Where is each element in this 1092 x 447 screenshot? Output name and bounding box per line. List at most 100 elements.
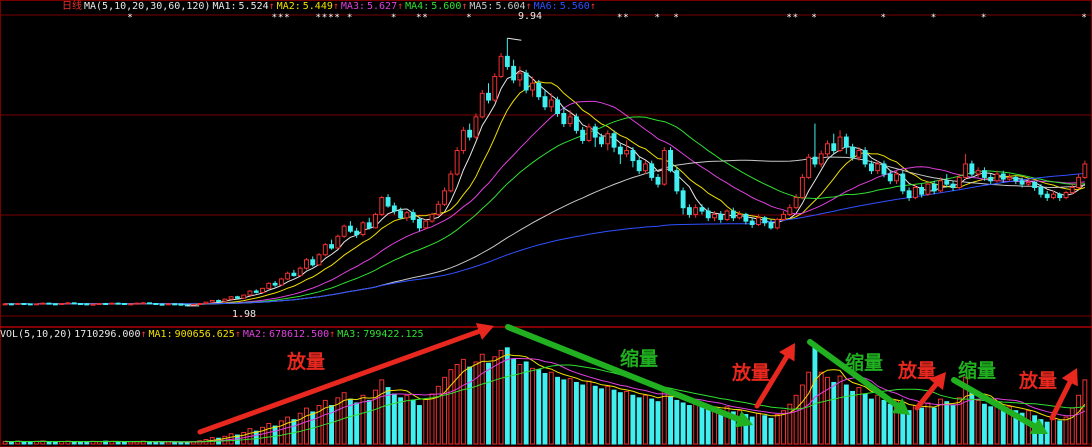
volume-bar	[843, 384, 849, 445]
candle-body	[655, 176, 661, 185]
volume-bar	[27, 441, 33, 445]
candle-body	[454, 150, 460, 175]
candle-body	[988, 176, 994, 182]
candle-body	[165, 303, 171, 306]
volume-bar	[1000, 407, 1006, 445]
volume-bar	[831, 381, 837, 445]
candle-body	[46, 302, 52, 305]
signal-star: *	[335, 13, 340, 23]
volume-bar	[969, 389, 975, 445]
signal-star: *	[881, 13, 886, 23]
candle-body	[373, 213, 378, 229]
volume-bar	[586, 380, 592, 445]
annotation-volume-shrink-3: 缩量	[958, 360, 997, 382]
volume-bar	[636, 397, 642, 445]
candle-body	[969, 163, 975, 175]
signal-star: *	[416, 13, 421, 23]
volume-bar	[304, 407, 309, 445]
volume-bar	[981, 403, 987, 445]
candle-body	[1063, 192, 1069, 199]
candle-body	[912, 186, 918, 199]
candle-body	[956, 176, 962, 188]
candle-body	[1000, 173, 1006, 180]
volume-bar	[467, 366, 473, 445]
candle-body	[642, 163, 648, 172]
candle-body	[931, 183, 937, 192]
annotation-volume-shrink-2: 缩量	[845, 352, 884, 374]
volume-bar	[812, 343, 818, 445]
volume-bar	[1076, 394, 1082, 445]
candle-body	[529, 82, 535, 91]
candle-body	[310, 259, 316, 266]
volume-bar	[128, 441, 134, 445]
candle-body	[1013, 176, 1019, 182]
candle-body	[975, 170, 981, 175]
candle-body	[781, 213, 786, 220]
candle-body	[398, 210, 404, 219]
candle-body	[15, 303, 21, 306]
candle-body	[831, 143, 837, 152]
volume-bar	[260, 426, 265, 445]
volume-bar	[511, 358, 517, 445]
signal-star: *	[272, 13, 277, 23]
candle-body	[680, 190, 686, 209]
candle-body	[404, 212, 410, 219]
volume-bar	[988, 406, 994, 445]
vol-ma2-value: 678612.500	[268, 329, 330, 340]
candle-body	[1038, 186, 1044, 195]
volume-bar	[391, 393, 397, 445]
candle-body	[234, 296, 240, 299]
candle-body	[486, 92, 491, 101]
volume-bar	[410, 399, 416, 445]
candle-body	[768, 222, 774, 229]
volume-bar	[266, 422, 272, 445]
vol-ma1-label: MA1:	[148, 329, 173, 340]
ma5-label: MA5:	[469, 1, 494, 12]
candle-body	[65, 302, 71, 305]
candle-body	[354, 230, 360, 236]
candle-body	[605, 133, 611, 145]
candle-body	[938, 180, 943, 192]
volume-bar	[680, 402, 686, 445]
vol-ma2-arrow: ↑	[329, 329, 336, 340]
candle-body	[843, 136, 849, 148]
candle-body	[862, 150, 868, 165]
candle-body	[266, 282, 272, 289]
candle-body	[555, 99, 561, 115]
annotation-volume-shrink-1: 缩量	[620, 348, 659, 370]
volume-bar	[799, 384, 805, 445]
volume-bar	[417, 405, 422, 445]
volume-bar	[479, 353, 485, 445]
volume-bar	[781, 410, 786, 445]
candle-body	[1082, 163, 1088, 178]
volume-indicator-header: VOL(5,10,20) 1710296.000 ↑ MA1: 900656.62…	[0, 328, 426, 342]
vol-ma1-arrow: ↑	[234, 329, 241, 340]
candle-body	[115, 302, 121, 305]
volume-bar	[555, 376, 561, 445]
candle-body	[304, 259, 309, 269]
candle-body	[1044, 193, 1050, 199]
volume-bar	[693, 403, 699, 445]
vol-ma2-label: MA2:	[242, 329, 267, 340]
candle-body	[825, 143, 830, 155]
candle-body	[52, 303, 58, 306]
volume-bar	[115, 441, 121, 445]
volume-bar	[624, 390, 630, 445]
candle-body	[712, 213, 717, 219]
candle-body	[661, 150, 667, 185]
candle-body	[34, 303, 39, 306]
candle-body	[71, 302, 77, 305]
candle-body	[134, 302, 140, 305]
volume-bar	[1063, 416, 1069, 445]
candle-body	[109, 302, 115, 305]
volume-bar	[912, 405, 918, 445]
volume-bar	[686, 405, 692, 445]
candle-body	[347, 225, 353, 232]
ma4-label: MA4:	[405, 1, 430, 12]
candle-body	[887, 173, 893, 182]
ma4-arrow: ↑	[461, 1, 468, 12]
high-marker-pointer	[507, 37, 522, 41]
candle-body	[567, 116, 573, 125]
candle-body	[8, 303, 14, 306]
period-label[interactable]: 日线	[0, 0, 82, 14]
